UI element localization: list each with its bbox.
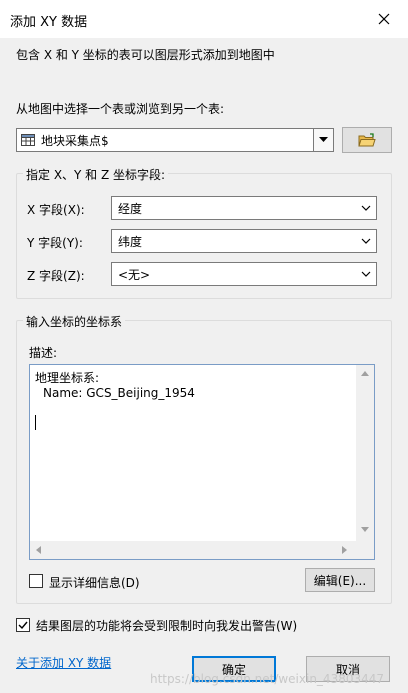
fields-group-legend: 指定 X、Y 和 Z 坐标字段:: [23, 166, 169, 183]
fields-group: 指定 X、Y 和 Z 坐标字段: X 字段(X): 经度 Y 字段(Y): 纬度…: [16, 166, 392, 299]
scroll-left-icon[interactable]: [36, 546, 41, 554]
close-icon: [378, 13, 390, 25]
warning-checkbox[interactable]: [16, 618, 30, 632]
show-details-label[interactable]: 显示详细信息(D): [49, 574, 140, 591]
about-link[interactable]: 关于添加 XY 数据: [16, 654, 111, 671]
y-field-value: 纬度: [118, 234, 143, 249]
z-field-value: <无>: [118, 267, 151, 282]
x-field-combo[interactable]: 经度: [111, 196, 377, 220]
description-line-2: Name: GCS_Beijing_1954: [43, 386, 195, 400]
description-label: 描述:: [29, 346, 58, 360]
description-line-1: 地理坐标系:: [35, 371, 100, 385]
x-field-label: X 字段(X):: [27, 203, 85, 217]
chevron-down-icon[interactable]: [356, 230, 376, 252]
title-bar[interactable]: 添加 XY 数据: [0, 0, 408, 38]
watermark: https://blog.csdn.net/weixin_43803447: [150, 672, 385, 686]
scroll-right-icon[interactable]: [342, 546, 347, 554]
checkmark-icon: [18, 621, 28, 630]
dialog-body: 包含 X 和 Y 坐标的表可以图层形式添加到地图中 从地图中选择一个表或浏览到另…: [0, 38, 408, 693]
open-folder-icon: [358, 133, 376, 147]
chevron-down-icon[interactable]: [313, 129, 333, 151]
close-button[interactable]: [362, 4, 406, 34]
coord-system-legend: 输入坐标的坐标系: [23, 313, 126, 330]
chevron-down-icon[interactable]: [356, 197, 376, 219]
scrollbar-corner: [356, 541, 374, 559]
chevron-down-icon[interactable]: [356, 263, 376, 285]
edit-button[interactable]: 编辑(E)...: [305, 568, 375, 592]
y-field-label: Y 字段(Y):: [27, 236, 83, 250]
table-select-combo[interactable]: 地块采集点$: [16, 128, 334, 152]
browse-button[interactable]: [342, 127, 392, 153]
warning-label[interactable]: 结果图层的功能将会受到限制时向我发出警告(W): [36, 617, 297, 634]
x-field-value: 经度: [118, 201, 143, 216]
text-cursor: [35, 415, 36, 430]
scroll-up-icon[interactable]: [361, 371, 369, 376]
window-title: 添加 XY 数据: [10, 15, 88, 30]
show-details-checkbox[interactable]: [29, 574, 43, 588]
vertical-scrollbar[interactable]: [356, 365, 374, 541]
z-field-combo[interactable]: <无>: [111, 262, 377, 286]
table-select-value: 地块采集点$: [41, 133, 109, 148]
table-icon: [21, 134, 35, 146]
description-textbox[interactable]: 地理坐标系: Name: GCS_Beijing_1954: [29, 364, 375, 560]
coord-system-group: 输入坐标的坐标系 描述: 地理坐标系: Name: GCS_Beijing_19…: [16, 313, 392, 604]
dialog-description: 包含 X 和 Y 坐标的表可以图层形式添加到地图中: [16, 48, 275, 62]
horizontal-scrollbar[interactable]: [30, 541, 356, 559]
scroll-down-icon[interactable]: [361, 527, 369, 532]
y-field-combo[interactable]: 纬度: [111, 229, 377, 253]
z-field-label: Z 字段(Z):: [27, 269, 85, 283]
table-select-label: 从地图中选择一个表或浏览到另一个表:: [16, 102, 225, 116]
